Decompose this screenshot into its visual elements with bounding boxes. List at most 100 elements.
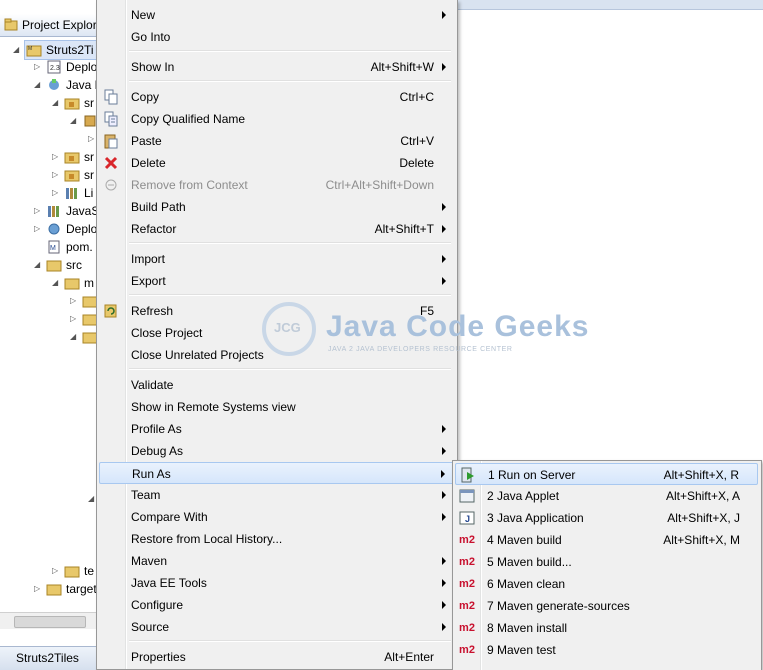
menu-item-go-into[interactable]: Go Into [99,26,454,48]
refresh-icon [104,304,117,318]
expand-arrow-icon[interactable]: ▷ [34,206,42,216]
expand-arrow-icon[interactable]: ▷ [70,314,78,324]
maven-pom-icon: M [48,240,60,254]
java-applet-icon [459,489,475,503]
submenu-arrow-icon [442,623,446,631]
submenu-arrow-icon [442,579,446,587]
m2-icon: m2 [459,600,475,612]
project-explorer-tab[interactable]: Project Explor [0,14,100,37]
menu-label: Import [131,252,166,266]
expand-arrow-icon[interactable]: ▷ [34,62,42,72]
menu-item-compare-with[interactable]: Compare With [99,506,454,528]
collapse-arrow-icon[interactable]: ◢ [52,278,60,288]
menu-shortcut: Alt+Shift+X, A [665,489,740,503]
menu-item-delete[interactable]: Delete Delete [99,152,454,174]
menu-shortcut: Ctrl+C [399,90,434,104]
menu-label: Team [131,488,161,502]
collapse-arrow-icon[interactable]: ◢ [70,116,78,126]
menu-label: Run As [132,467,171,481]
source-folder-icon [64,98,80,110]
menu-label: Java EE Tools [131,576,207,590]
menu-item-validate[interactable]: Validate [99,374,454,396]
submenu-item-maven-generate-sources[interactable]: m2 7 Maven generate-sources [455,595,758,617]
menu-label: 7 Maven generate-sources [487,599,630,613]
tree-item-label: Deplo [66,60,98,74]
tree-item-label: JavaS [66,204,100,218]
collapse-arrow-icon[interactable]: ◢ [34,80,42,90]
expand-arrow-icon[interactable]: ▷ [70,296,78,306]
menu-item-paste[interactable]: Paste Ctrl+V [99,130,454,152]
tree-item-label: sr [84,150,94,164]
menu-item-source[interactable]: Source [99,616,454,638]
submenu-item-java-applet[interactable]: 2 Java Applet Alt+Shift+X, A [455,485,758,507]
collapse-arrow-icon[interactable]: ◢ [52,98,60,108]
menu-shortcut: Alt+Shift+T [374,222,434,236]
menu-label: Profile As [131,422,182,436]
menu-item-maven[interactable]: Maven [99,550,454,572]
menu-item-configure[interactable]: Configure [99,594,454,616]
collapse-arrow-icon[interactable]: ◢ [34,260,42,270]
menu-item-build-path[interactable]: Build Path [99,196,454,218]
menu-item-restore-local-history[interactable]: Restore from Local History... [99,528,454,550]
submenu-item-maven-build-dialog[interactable]: m2 5 Maven build... [455,551,758,573]
menu-label: Debug As [131,444,184,458]
submenu-arrow-icon [442,11,446,19]
tree-item-project[interactable]: ◢ M Struts2Ti [13,40,101,60]
collapse-arrow-icon[interactable]: ◢ [70,332,78,342]
menu-item-copy-qualified-name[interactable]: Copy Qualified Name [99,108,454,130]
menu-item-export[interactable]: Export [99,270,454,292]
menu-item-run-as[interactable]: Run As [99,462,454,484]
submenu-item-java-application[interactable]: J 3 Java Application Alt+Shift+X, J [455,507,758,529]
menu-shortcut: Alt+Shift+W [370,60,434,74]
source-folder-icon [64,152,80,164]
java-resources-icon [49,79,59,90]
menu-label: Validate [131,378,174,392]
watermark-title: Java Code Geeks [326,310,590,343]
menu-item-copy[interactable]: Copy Ctrl+C [99,86,454,108]
menu-label: Close Project [131,326,203,340]
project-explorer-title: Project Explor [22,18,97,32]
menu-label: Restore from Local History... [131,532,283,546]
menu-item-team[interactable]: Team [99,484,454,506]
menu-item-show-in-remote-systems[interactable]: Show in Remote Systems view [99,396,454,418]
horizontal-scrollbar[interactable] [0,612,100,629]
bottom-tab-label: Struts2Tiles [16,651,79,665]
expand-arrow-icon[interactable]: ▷ [34,584,42,594]
menu-item-refactor[interactable]: Refactor Alt+Shift+T [99,218,454,240]
scrollbar-thumb[interactable] [14,616,86,628]
run-as-submenu: 1 Run on Server Alt+Shift+X, R 2 Java App… [452,460,762,670]
submenu-item-maven-install[interactable]: m2 8 Maven install [455,617,758,639]
menu-label: 2 Java Applet [487,489,560,503]
tree-item-label: te [84,564,95,578]
bottom-status-tab[interactable]: Struts2Tiles [0,646,100,670]
submenu-item-run-on-server[interactable]: 1 Run on Server Alt+Shift+X, R [455,463,758,485]
menu-label: New [131,8,156,22]
expand-arrow-icon[interactable]: ▷ [52,566,60,576]
expand-arrow-icon[interactable]: ▷ [52,152,60,162]
collapse-arrow-icon[interactable]: ◢ [13,45,21,55]
menu-item-profile-as[interactable]: Profile As [99,418,454,440]
submenu-item-maven-test[interactable]: m2 9 Maven test [455,639,758,661]
menu-item-java-ee-tools[interactable]: Java EE Tools [99,572,454,594]
menu-shortcut: Alt+Enter [384,650,434,664]
submenu-arrow-icon [442,255,446,263]
expand-arrow-icon[interactable]: ▷ [52,188,60,198]
expand-arrow-icon[interactable]: ▷ [52,170,60,180]
menu-item-new[interactable]: New [99,4,454,26]
collapse-arrow-icon[interactable]: ◢ [88,494,96,504]
tree-item-label: target [66,582,97,596]
menu-item-properties[interactable]: Properties Alt+Enter [99,646,454,668]
tree-item-label: Deplo [66,222,98,236]
menu-label: 6 Maven clean [487,577,566,591]
submenu-item-maven-build[interactable]: m2 4 Maven build Alt+Shift+X, M [455,529,758,551]
folder-open-icon [46,260,62,272]
menu-item-show-in[interactable]: Show In Alt+Shift+W [99,56,454,78]
menu-item-import[interactable]: Import [99,248,454,270]
menu-item-debug-as[interactable]: Debug As [99,440,454,462]
expand-arrow-icon[interactable]: ▷ [88,134,96,144]
menu-item-remove-from-context[interactable]: Remove from Context Ctrl+Alt+Shift+Down [99,174,454,196]
expand-arrow-icon[interactable]: ▷ [34,224,42,234]
menu-shortcut: Alt+Shift+X, M [663,533,740,547]
project-icon: M [26,45,42,57]
submenu-item-maven-clean[interactable]: m2 6 Maven clean [455,573,758,595]
